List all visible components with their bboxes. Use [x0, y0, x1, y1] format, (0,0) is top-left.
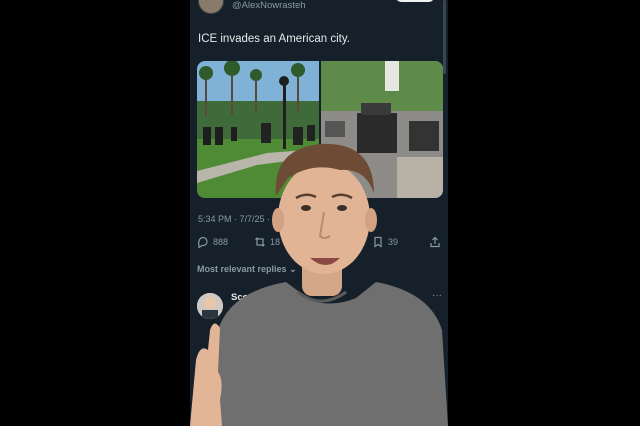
phone-screen: @AlexNowrasteh ICE invades an American c…	[190, 0, 448, 426]
presenter-video-overlay	[190, 143, 448, 426]
